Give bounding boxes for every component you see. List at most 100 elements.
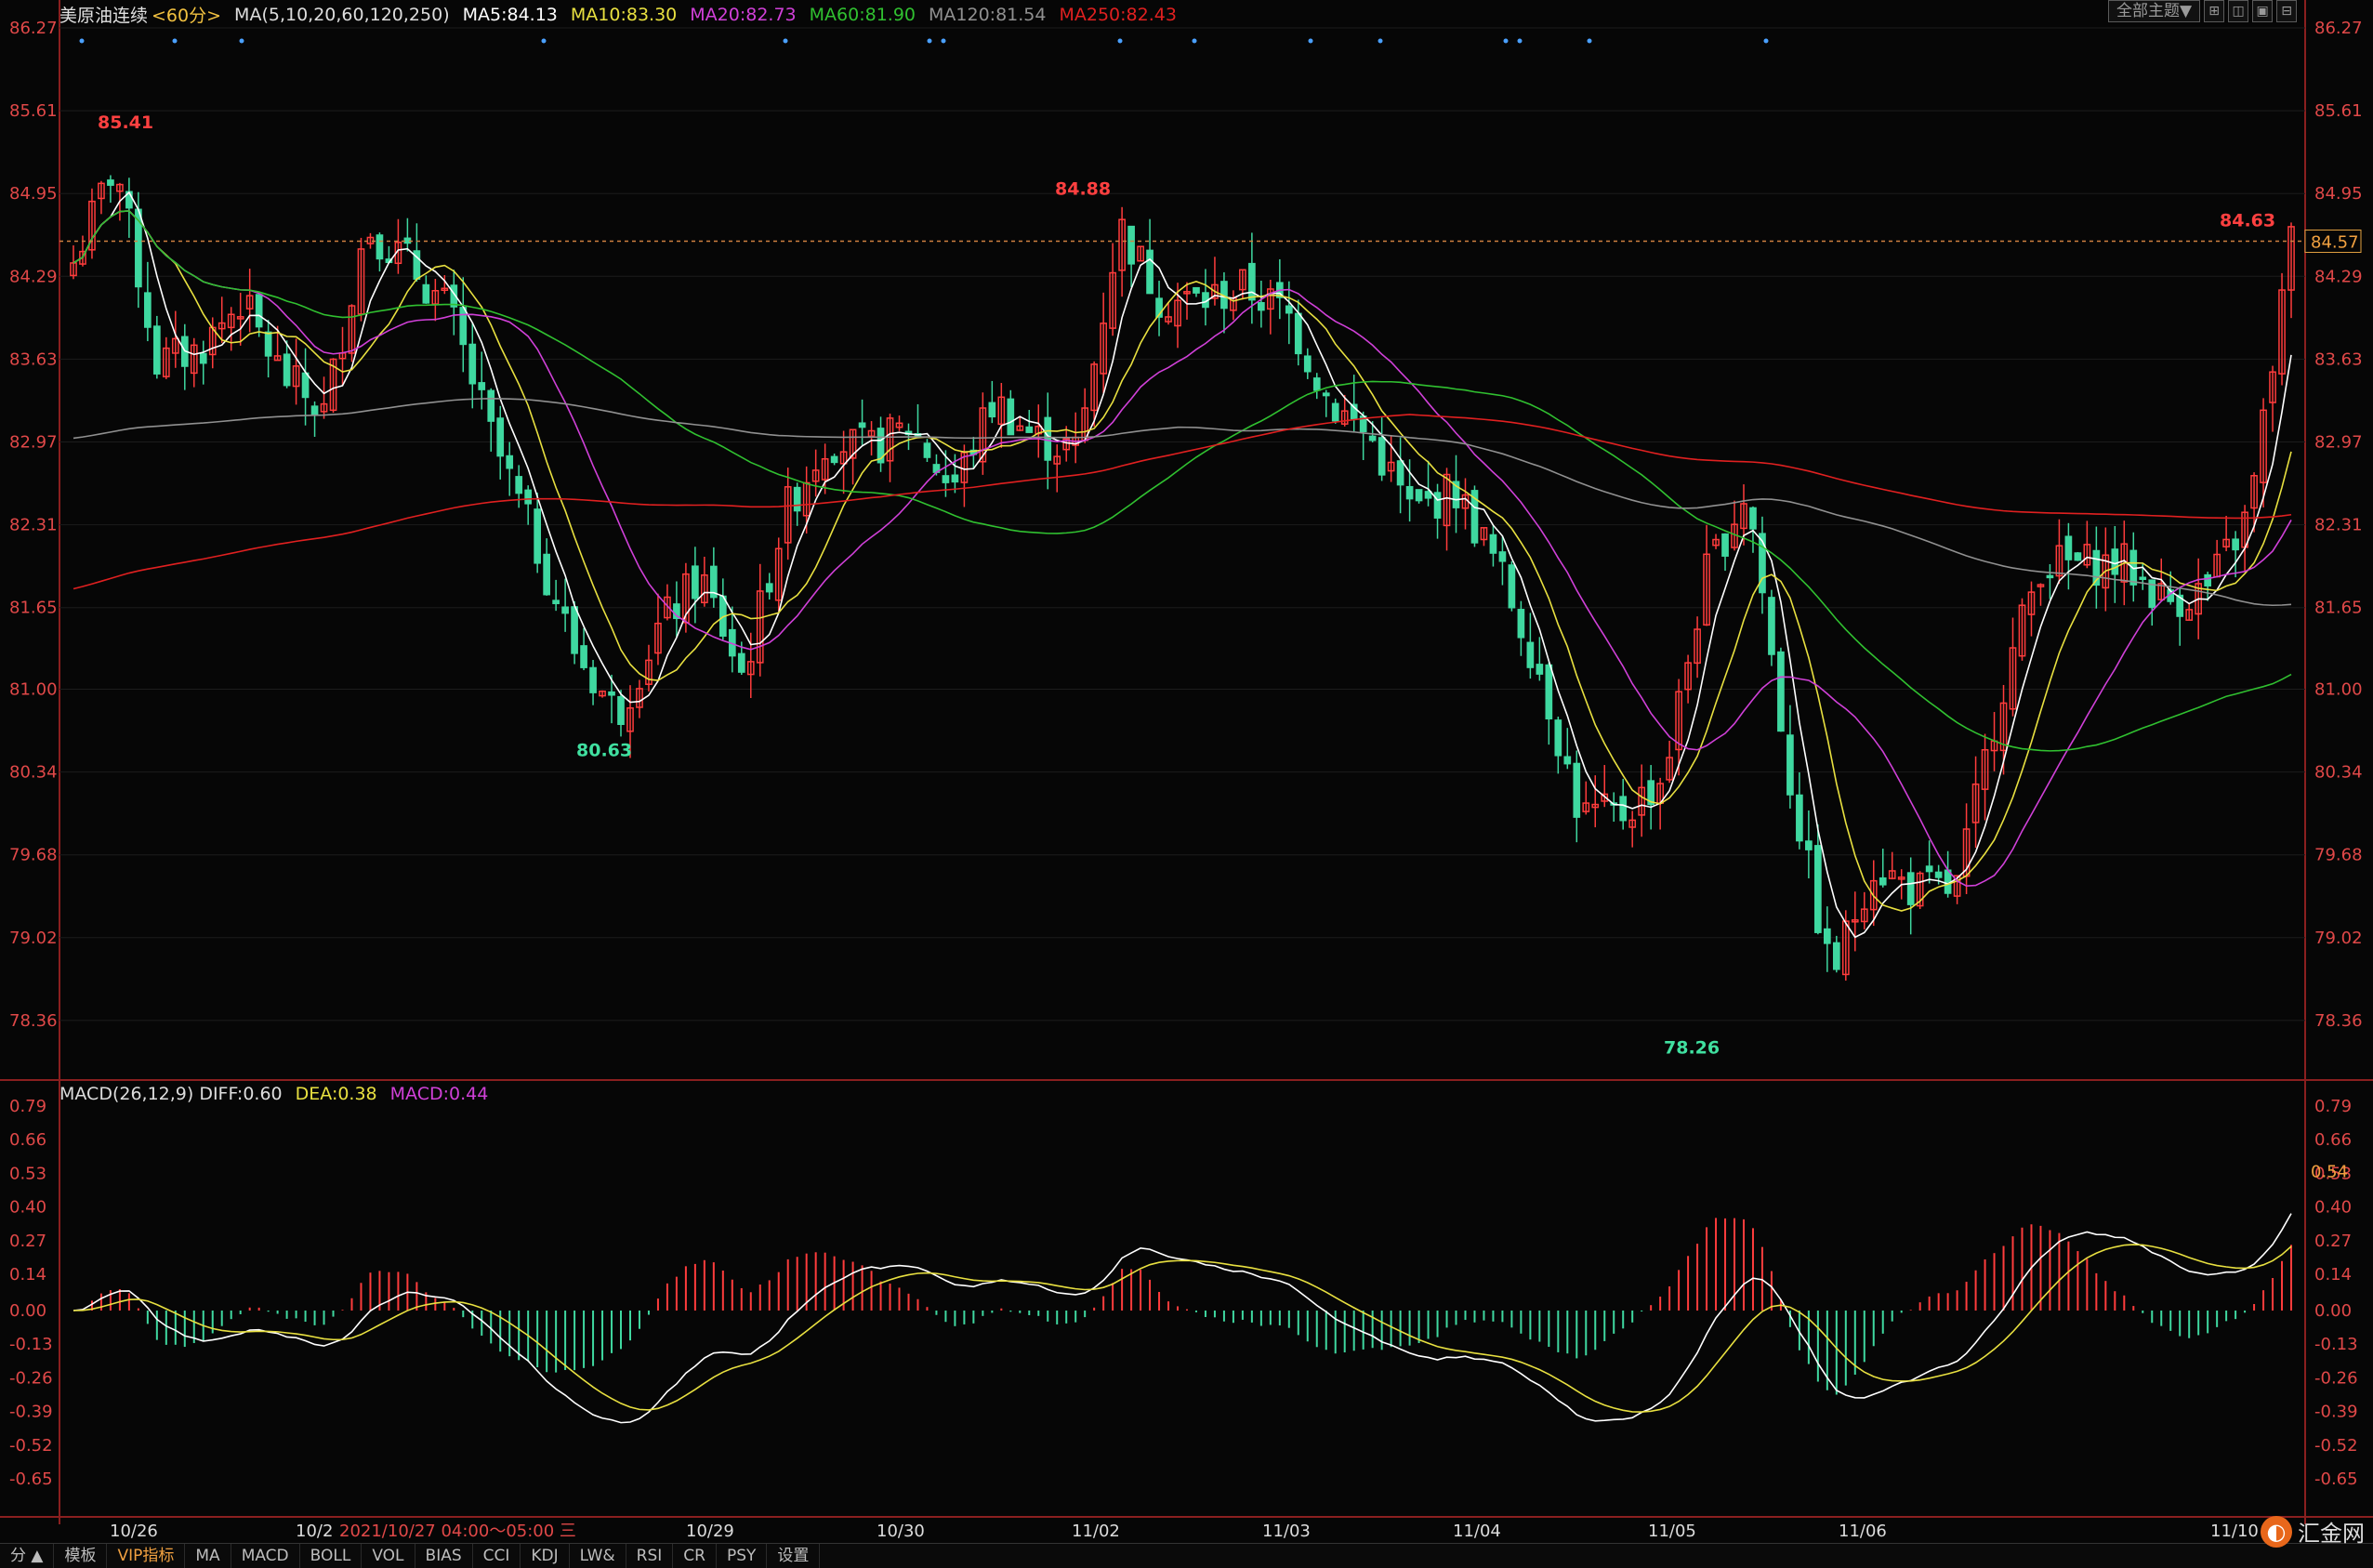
macd-tick-left: 0.00 — [9, 1301, 46, 1321]
candle-down — [487, 389, 495, 422]
candle-down — [1563, 756, 1572, 765]
tab-10[interactable]: LW& — [570, 1544, 626, 1568]
macd-tick-left: -0.52 — [9, 1436, 53, 1456]
layout-icon[interactable]: ⊞ — [2204, 0, 2225, 22]
candle-down — [1405, 485, 1414, 500]
candle-down — [1823, 928, 1831, 944]
tab-7[interactable]: BIAS — [415, 1544, 473, 1568]
price-tick-right: 79.68 — [2314, 846, 2363, 865]
candle-down — [765, 583, 773, 593]
theme-select[interactable]: 全部主题▼ — [2108, 0, 2201, 22]
tab-14[interactable]: 设置 — [767, 1544, 821, 1568]
candle-down — [2046, 574, 2054, 579]
current-macd-label: 0.54 — [2311, 1163, 2348, 1182]
candle-down — [543, 553, 550, 596]
time-label: 11/06 — [1839, 1522, 1887, 1541]
candle-down — [1545, 664, 1553, 720]
minimize-icon[interactable]: ⊟ — [2276, 0, 2298, 22]
price-tick-left: 81.00 — [9, 679, 58, 699]
tab-3[interactable]: MA — [185, 1544, 231, 1568]
macd-label: MACD(26,12,9) — [59, 1084, 194, 1104]
candle-down — [1944, 869, 1952, 894]
price-tick-right: 81.00 — [2314, 679, 2363, 699]
price-tick-left: 83.63 — [9, 349, 58, 369]
ma20-value: MA20:82.73 — [690, 4, 797, 25]
candle-down — [589, 666, 597, 693]
diff-line — [73, 1213, 2292, 1424]
candle-down — [2204, 573, 2212, 587]
candle-down — [1517, 609, 1525, 639]
candle-down — [571, 606, 578, 654]
candle-down — [1248, 262, 1256, 301]
tab-5[interactable]: BOLL — [300, 1544, 363, 1568]
candle-down — [561, 606, 569, 614]
candle-down — [1786, 734, 1794, 796]
price-tick-left: 78.36 — [9, 1011, 58, 1031]
candle-down — [1258, 302, 1265, 311]
candle-down — [478, 382, 486, 390]
candle-down — [2064, 535, 2073, 560]
time-label: 10/29 — [686, 1522, 734, 1541]
candle-down — [1007, 398, 1015, 436]
period-label[interactable]: <60分> — [152, 2, 221, 27]
candle-down — [1285, 305, 1293, 314]
tab-11[interactable]: RSI — [626, 1544, 674, 1568]
candle-down — [310, 405, 319, 415]
macd-tick-right: 0.14 — [2314, 1265, 2352, 1285]
window-icon[interactable]: ▣ — [2252, 0, 2274, 22]
candle-down — [1796, 794, 1803, 842]
price-tick-left: 84.29 — [9, 267, 58, 286]
macd-tick-left: 0.53 — [9, 1164, 46, 1183]
time-label: 10/2 — [296, 1522, 333, 1541]
event-dot — [941, 38, 946, 44]
ma10-value: MA10:83.30 — [570, 4, 678, 25]
candle-down — [858, 422, 866, 428]
tab-4[interactable]: MACD — [231, 1544, 300, 1568]
candle-down — [1294, 312, 1302, 355]
price-tick-right: 78.36 — [2314, 1011, 2363, 1031]
macd-tick-right: 0.40 — [2314, 1198, 2352, 1218]
candle-down — [737, 652, 745, 673]
candle-down — [2111, 548, 2119, 575]
tab-2[interactable]: VIP指标 — [107, 1544, 186, 1568]
ma5-value: MA5:84.13 — [462, 4, 558, 25]
ma120-line — [73, 398, 2292, 607]
candle-down — [1934, 871, 1943, 878]
event-dot — [1117, 38, 1123, 44]
candle-down — [1508, 564, 1516, 609]
tab-8[interactable]: CCI — [473, 1544, 521, 1568]
extreme-label: 80.63 — [576, 740, 632, 760]
price-tick-left: 86.27 — [9, 19, 58, 38]
macd-tick-right: -0.65 — [2314, 1469, 2358, 1489]
split-icon[interactable]: ◫ — [2228, 0, 2249, 22]
event-dot — [927, 38, 932, 44]
dea-line — [73, 1244, 2292, 1413]
candle-down — [496, 417, 505, 457]
event-dot — [239, 38, 244, 44]
candle-down — [1025, 426, 1034, 433]
candle-down — [2074, 552, 2082, 561]
candle-down — [376, 234, 384, 260]
price-tick-right: 83.63 — [2314, 349, 2363, 369]
candle-down — [1554, 719, 1562, 757]
candle-down — [1814, 845, 1822, 933]
symbol-name[interactable]: 美原油连续 — [59, 2, 148, 27]
candle-down — [1879, 876, 1887, 886]
candle-down — [830, 455, 838, 464]
macd-tick-left: 0.27 — [9, 1232, 46, 1251]
ma250-value: MA250:82.43 — [1059, 4, 1177, 25]
macd-tick-right: -0.52 — [2314, 1436, 2358, 1456]
tab-9[interactable]: KDJ — [521, 1544, 570, 1568]
tab-6[interactable]: VOL — [362, 1544, 415, 1568]
logo-icon: ◐ — [2261, 1515, 2292, 1548]
crosshair-time: 2021/10/27 04:00～05:00 三 — [339, 1522, 576, 1541]
ma5-line — [73, 191, 2292, 939]
tab-13[interactable]: PSY — [717, 1544, 768, 1568]
price-tick-left: 82.31 — [9, 516, 58, 535]
candle-down — [2232, 538, 2239, 551]
tab-12[interactable]: CR — [673, 1544, 717, 1568]
tab-1[interactable]: 模板 — [54, 1544, 108, 1568]
time-label: 11/10 — [2210, 1522, 2259, 1541]
tab-0[interactable]: 分 ▲ — [0, 1544, 55, 1568]
price-chart[interactable]: 86.27 86.27 85.61 85.61 84.95 84.95 84.29 84.29… — [0, 0, 2373, 1567]
